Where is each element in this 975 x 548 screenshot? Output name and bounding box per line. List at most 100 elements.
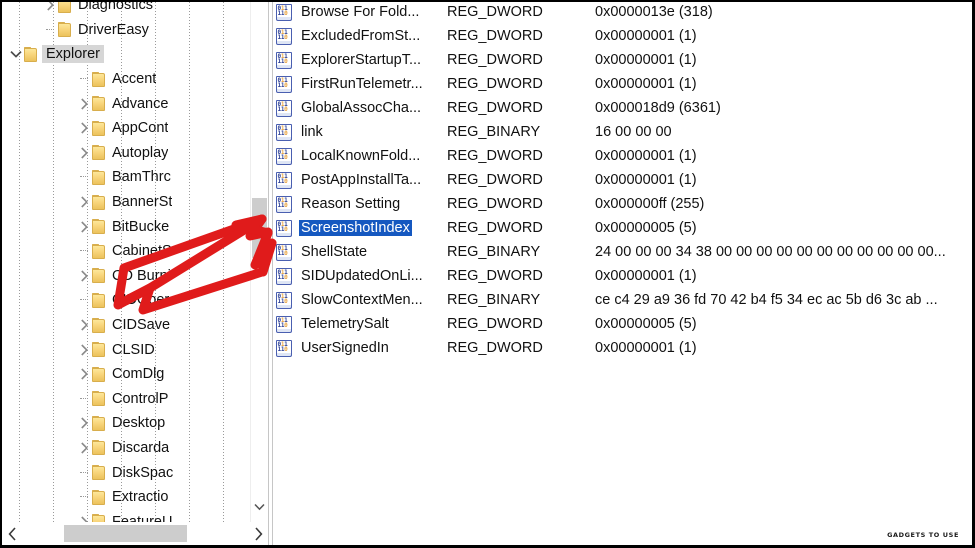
pane-divider[interactable]: [268, 2, 273, 547]
value-row[interactable]: 011 110 SlowContextMen... REG_BINARY ce c4 2…: [276, 288, 972, 312]
tree-vertical-scrollbar[interactable]: [250, 2, 268, 524]
tree-row-container: Diagnostics DriverEasy Explorer Accent Advan…: [2, 2, 268, 524]
tree-item-cidoper[interactable]: CIDOper: [2, 288, 268, 313]
value-row[interactable]: 011 110 FirstRunTelemetr... REG_DWORD 0x0000…: [276, 72, 972, 96]
reg-dword-icon: 011 110: [276, 196, 293, 213]
tree-item-diagnostics[interactable]: Diagnostics: [2, 2, 268, 18]
tree-item-diskspac[interactable]: DiskSpac: [2, 460, 268, 485]
chevron-right-icon[interactable]: [76, 92, 92, 116]
tree-item-label: BitBucke: [112, 218, 170, 235]
tree-leaf-connector: [76, 239, 92, 263]
value-data: 24 00 00 00 34 38 00 00 00 00 00 00 00 0…: [595, 244, 946, 260]
tree-item-appcont[interactable]: AppCont: [2, 116, 268, 141]
value-row[interactable]: 011 110 link REG_BINARY 16 00 00 00: [276, 120, 972, 144]
tree-item-cabinets[interactable]: CabinetS: [2, 239, 268, 264]
value-row[interactable]: 011 110 ShellState REG_BINARY 24 00 00 00 34…: [276, 240, 972, 264]
value-name: LocalKnownFold...: [299, 148, 447, 164]
value-name: link: [299, 124, 447, 140]
tree-item-label: DriverEasy: [78, 21, 149, 38]
reg-dword-icon: 011 110: [276, 4, 293, 21]
tree-item-label: Autoplay: [112, 144, 169, 161]
value-row[interactable]: 011 110 UserSignedIn REG_DWORD 0x00000001 (1…: [276, 336, 972, 360]
value-row[interactable]: 011 110 GlobalAssocCha... REG_DWORD 0x000018…: [276, 96, 972, 120]
tree-item-label: ComDlg: [112, 366, 165, 383]
value-row[interactable]: 011 110 ScreenshotIndex REG_DWORD 0x00000005…: [276, 216, 972, 240]
tree-item-explorer[interactable]: Explorer: [2, 42, 268, 67]
tree-item-bannerst[interactable]: BannerSt: [2, 190, 268, 215]
tree-item-label: Discarda: [112, 439, 170, 456]
folder-icon: [92, 71, 105, 87]
chevron-right-icon[interactable]: [76, 141, 92, 165]
chevron-down-icon[interactable]: [8, 42, 24, 66]
hscroll-left-arrow[interactable]: [2, 522, 22, 545]
folder-icon: [92, 169, 105, 185]
tree-item-cd-burni[interactable]: CD Burni: [2, 264, 268, 289]
tree-item-discarda[interactable]: Discarda: [2, 436, 268, 461]
folder-icon: [92, 342, 105, 358]
tree-vscroll-down-arrow[interactable]: [251, 498, 268, 516]
tree-item-autoplay[interactable]: Autoplay: [2, 141, 268, 166]
hscroll-track[interactable]: [22, 525, 248, 542]
value-data: 0x00000001 (1): [595, 148, 697, 164]
chevron-right-icon[interactable]: [76, 264, 92, 288]
value-row[interactable]: 011 110 LocalKnownFold... REG_DWORD 0x000000…: [276, 144, 972, 168]
value-name-text: Reason Setting: [301, 196, 401, 212]
tree-item-bitbucke[interactable]: BitBucke: [2, 214, 268, 239]
tree-item-label: CD Burni: [112, 267, 171, 284]
tree-item-drivereasy[interactable]: DriverEasy: [2, 18, 268, 43]
folder-icon: [92, 317, 105, 333]
chevron-right-icon[interactable]: [76, 190, 92, 214]
value-row[interactable]: 011 110 Reason Setting REG_DWORD 0x000000ff …: [276, 192, 972, 216]
tree-item-controlp[interactable]: ControlP: [2, 387, 268, 412]
reg-dword-icon: 011 110: [276, 268, 293, 285]
reg-dword-icon: 011 110: [276, 28, 293, 45]
chevron-right-icon[interactable]: [76, 411, 92, 435]
tree-vscroll-thumb[interactable]: [252, 198, 267, 258]
chevron-right-icon[interactable]: [42, 2, 58, 17]
value-name-text: ScreenshotIndex: [299, 220, 412, 236]
value-name: ExcludedFromSt...: [299, 28, 447, 44]
value-type: REG_DWORD: [447, 196, 543, 212]
tree-item-label: Accent: [112, 71, 157, 88]
tree-item-advance[interactable]: Advance: [2, 91, 268, 116]
value-name: TelemetrySalt: [299, 316, 447, 332]
watermark-text: GADGETS TO USE: [887, 531, 959, 539]
value-name: Reason Setting: [299, 196, 447, 212]
value-row[interactable]: 011 110 ExcludedFromSt... REG_DWORD 0x000000…: [276, 24, 972, 48]
hscroll-thumb[interactable]: [64, 525, 187, 542]
chevron-right-icon[interactable]: [76, 436, 92, 460]
value-data: 0x0000013e (318): [595, 4, 713, 20]
hscroll-right-arrow[interactable]: [248, 522, 268, 545]
value-row[interactable]: 011 110 ExplorerStartupT... REG_DWORD 0x0000…: [276, 48, 972, 72]
tree-item-clsid[interactable]: CLSID: [2, 337, 268, 362]
tree-item-bamthrc[interactable]: BamThrc: [2, 165, 268, 190]
value-data: 16 00 00 00: [595, 124, 672, 140]
value-row[interactable]: 011 110 Browse For Fold... REG_DWORD 0x00000…: [276, 0, 972, 24]
value-type: REG_BINARY: [447, 124, 541, 140]
chevron-right-icon[interactable]: [76, 116, 92, 140]
registry-values-pane[interactable]: 011 110 Browse For Fold... REG_DWORD 0x00000…: [276, 0, 972, 520]
value-name-text: LocalKnownFold...: [301, 148, 421, 164]
tree-item-label: Desktop: [112, 415, 166, 432]
chevron-right-icon[interactable]: [76, 338, 92, 362]
value-row[interactable]: 011 110 PostAppInstallTa... REG_DWORD 0x0000…: [276, 168, 972, 192]
tree-item-desktop[interactable]: Desktop: [2, 411, 268, 436]
tree-item-cidsave[interactable]: CIDSave: [2, 313, 268, 338]
chevron-right-icon[interactable]: [76, 313, 92, 337]
value-data: 0x000018d9 (6361): [595, 100, 721, 116]
tree-item-comdlg[interactable]: ComDlg: [2, 362, 268, 387]
folder-icon: [92, 489, 105, 505]
tree-item-extractio[interactable]: Extractio: [2, 485, 268, 510]
value-name-text: Browse For Fold...: [301, 4, 420, 20]
value-row[interactable]: 011 110 SIDUpdatedOnLi... REG_DWORD 0x000000…: [276, 264, 972, 288]
registry-key-tree-pane[interactable]: Diagnostics DriverEasy Explorer Accent Advan…: [2, 2, 268, 524]
chevron-right-icon[interactable]: [76, 362, 92, 386]
reg-dword-icon: 011 110: [276, 172, 293, 189]
tree-horizontal-scrollbar[interactable]: [2, 522, 268, 545]
chevron-right-icon[interactable]: [76, 215, 92, 239]
tree-item-accent[interactable]: Accent: [2, 67, 268, 92]
value-row[interactable]: 011 110 TelemetrySalt REG_DWORD 0x00000005 (…: [276, 312, 972, 336]
reg-dword-icon: 011 110: [276, 316, 293, 333]
value-type: REG_BINARY: [447, 292, 541, 308]
tree-item-label: BannerSt: [112, 194, 173, 211]
